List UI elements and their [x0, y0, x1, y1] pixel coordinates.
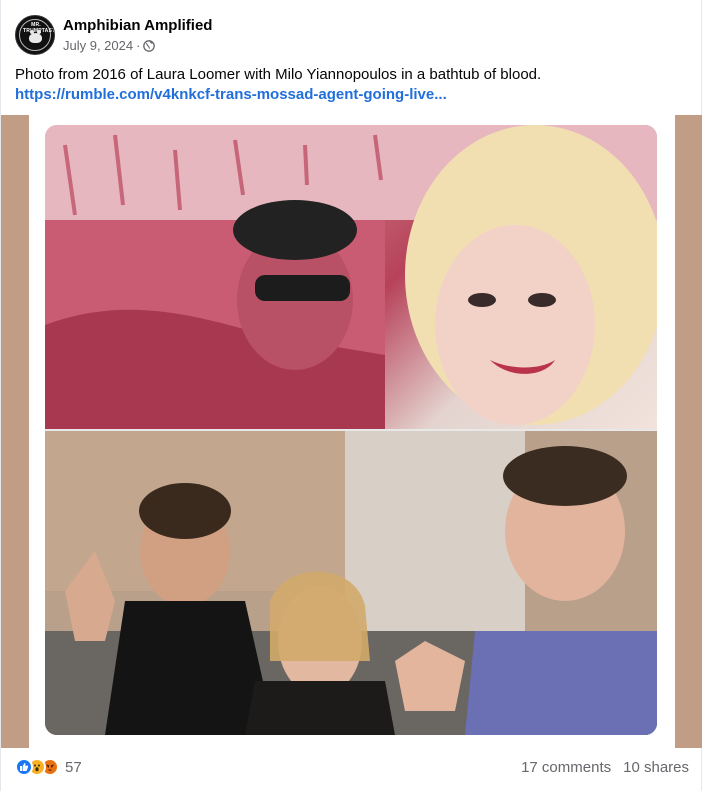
post-text: Photo from 2016 of Laura Loomer with Mil… — [15, 66, 542, 83]
like-icon — [15, 758, 33, 776]
counts-gap — [611, 759, 623, 776]
comments-count[interactable]: 17 comments — [521, 759, 611, 776]
globe-icon[interactable] — [143, 39, 156, 52]
post-meta: Amphibian Amplified July 9, 2024 · — [63, 16, 212, 54]
reaction-count: 57 — [65, 758, 82, 776]
photo-padding-left — [1, 115, 29, 748]
post-header: MR. TRUMPTASTIC Amphibian Amplified July… — [15, 14, 212, 56]
photo-top-image — [45, 125, 657, 429]
post-footer: 57 17 comments 10 shares — [1, 748, 702, 791]
author-name[interactable]: Amphibian Amplified — [63, 16, 212, 35]
post-card: MR. TRUMPTASTIC Amphibian Amplified July… — [0, 0, 702, 791]
post-link[interactable]: https://rumble.com/v4knkcf-trans-mossad-… — [15, 85, 447, 105]
frog-logo-icon — [29, 30, 42, 43]
engagement-counts: 17 comments 10 shares — [521, 759, 689, 776]
separator-dot: · — [136, 38, 141, 53]
reaction-summary[interactable]: 57 — [15, 758, 82, 776]
avatar[interactable]: MR. TRUMPTASTIC — [15, 15, 55, 55]
photo-bottom-image — [45, 431, 657, 735]
avatar-logo-text: MR. TRUMPTASTIC — [23, 22, 54, 34]
photo-bottom-panel — [45, 431, 657, 735]
post-date[interactable]: July 9, 2024 — [63, 37, 133, 54]
photo-padding-right — [675, 115, 702, 748]
post-subline: July 9, 2024 · — [63, 37, 212, 54]
shares-count[interactable]: 10 shares — [623, 759, 689, 776]
photo-top-panel — [45, 125, 657, 429]
post-photo[interactable] — [45, 125, 657, 735]
